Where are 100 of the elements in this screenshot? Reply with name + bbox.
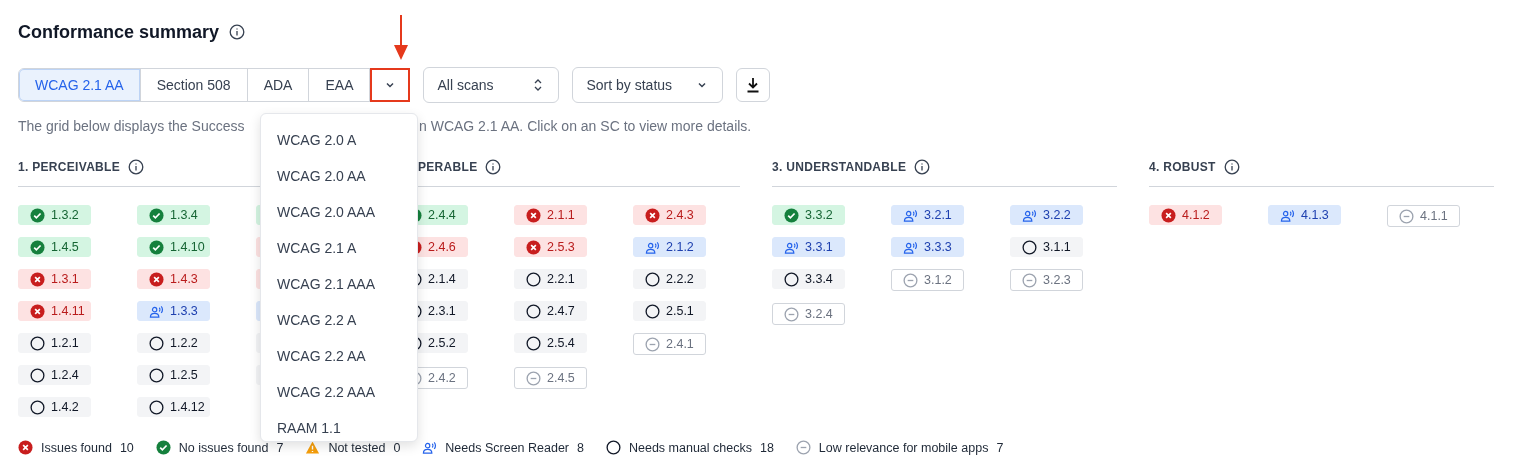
criterion-chip[interactable]: 3.3.1: [772, 237, 845, 257]
group-title: PERABLE: [418, 160, 478, 174]
legend-count: 10: [119, 440, 134, 455]
speaking-person-icon: [422, 440, 438, 455]
criterion-chip[interactable]: 2.5.1: [633, 301, 706, 321]
speaking-person-icon: [1022, 207, 1037, 223]
criterion-chip[interactable]: 1.3.1: [18, 269, 91, 289]
minus-circle-icon: [784, 306, 799, 322]
minus-circle-icon: [1022, 272, 1037, 288]
legend-count: 0: [393, 440, 401, 455]
criterion-chip[interactable]: 1.4.3: [137, 269, 210, 289]
criterion-chip[interactable]: 3.3.4: [772, 269, 845, 289]
description-text: n WCAG 2.1 AA. Click on an SC to view more details.: [419, 118, 753, 134]
check-circle-icon: [149, 207, 164, 223]
legend-count: 7: [996, 440, 1004, 455]
legend-count: 18: [759, 440, 774, 455]
legend-count: 8: [577, 440, 584, 455]
circle-icon: [605, 440, 621, 455]
x-circle-icon: [30, 303, 45, 319]
legend-label: Not tested: [328, 440, 386, 455]
standard-tab[interactable]: WCAG 2.1 AA: [19, 69, 141, 101]
criterion-chip[interactable]: 3.2.4: [772, 303, 845, 325]
x-circle-icon: [149, 271, 164, 287]
criterion-chip[interactable]: 3.2.3: [1010, 269, 1083, 291]
criterion-chip[interactable]: 2.4.7: [514, 301, 587, 321]
criterion-chip[interactable]: 2.5.3: [514, 237, 587, 257]
x-circle-icon: [526, 207, 541, 223]
download-button[interactable]: [736, 68, 771, 102]
criterion-chip[interactable]: 1.3.2: [18, 205, 91, 225]
speaking-person-icon: [149, 303, 164, 319]
criterion-chip[interactable]: 4.1.3: [1268, 205, 1341, 225]
criterion-chip[interactable]: 3.1.1: [1010, 237, 1083, 257]
info-icon[interactable]: [914, 159, 931, 175]
criterion-chip[interactable]: 1.4.5: [18, 237, 91, 257]
criterion-chip[interactable]: 1.3.4: [137, 205, 210, 225]
criterion-chip[interactable]: 3.3.2: [772, 205, 845, 225]
menu-item[interactable]: WCAG 2.0 A: [261, 122, 417, 158]
criterion-chip[interactable]: 3.2.2: [1010, 205, 1083, 225]
info-icon[interactable]: [485, 159, 502, 175]
circle-icon: [645, 271, 660, 287]
criterion-chip[interactable]: 4.1.2: [1149, 205, 1222, 225]
circle-icon: [645, 303, 660, 319]
criterion-chip[interactable]: 1.3.3: [137, 301, 210, 321]
scan-select[interactable]: All scans: [423, 67, 560, 103]
legend-label: Needs Screen Reader: [445, 440, 569, 455]
criterion-chip[interactable]: 2.4.3: [633, 205, 706, 225]
speaking-person-icon: [645, 239, 660, 255]
circle-icon: [526, 335, 541, 351]
minus-circle-icon: [645, 336, 660, 352]
criterion-chip[interactable]: 1.4.12: [137, 397, 210, 417]
criterion-chip[interactable]: 2.1.1: [514, 205, 587, 225]
speaking-person-icon: [903, 239, 918, 255]
legend-label: Needs manual checks: [628, 440, 752, 455]
circle-icon: [149, 367, 164, 383]
criterion-chip[interactable]: 1.4.11: [18, 301, 91, 321]
more-standards-button[interactable]: [370, 68, 411, 102]
description-text: The grid below displays the Success: [18, 118, 246, 134]
criterion-chip[interactable]: 1.4.10: [137, 237, 210, 257]
check-circle-icon: [30, 239, 45, 255]
x-circle-icon: [30, 271, 45, 287]
criterion-chip[interactable]: 3.3.3: [891, 237, 964, 257]
criterion-chip[interactable]: 2.4.5: [514, 367, 587, 389]
criterion-chip[interactable]: 2.2.2: [633, 269, 706, 289]
group-title: 4. ROBUST: [1149, 160, 1216, 174]
criterion-chip[interactable]: 1.4.2: [18, 397, 91, 417]
criterion-chip[interactable]: 1.2.5: [137, 365, 210, 385]
criterion-chip[interactable]: 4.1.1: [1387, 205, 1460, 227]
criterion-chip[interactable]: 1.2.4: [18, 365, 91, 385]
criterion-chip[interactable]: 1.2.2: [137, 333, 210, 353]
circle-icon: [149, 335, 164, 351]
x-circle-icon: [526, 239, 541, 255]
info-icon[interactable]: [229, 24, 246, 40]
legend-count: 7: [276, 440, 284, 455]
x-circle-icon: [645, 207, 660, 223]
circle-icon: [30, 367, 45, 383]
criterion-chip[interactable]: 1.2.1: [18, 333, 91, 353]
info-icon[interactable]: [1223, 159, 1240, 175]
criterion-chip[interactable]: 3.2.1: [891, 205, 964, 225]
speaking-person-icon: [903, 207, 918, 223]
check-circle-icon: [155, 440, 171, 455]
group-title: 3. UNDERSTANDABLE: [772, 160, 907, 174]
menu-item[interactable]: WCAG 2.0 AA: [261, 158, 417, 194]
circle-icon: [30, 399, 45, 415]
circle-icon: [526, 303, 541, 319]
criterion-chip[interactable]: 2.5.4: [514, 333, 587, 353]
criterion-chip[interactable]: 3.1.2: [891, 269, 964, 291]
group-title: 1. PERCEIVABLE: [18, 160, 120, 174]
criterion-chip[interactable]: 2.1.2: [633, 237, 706, 257]
circle-icon: [30, 335, 45, 351]
sort-select[interactable]: Sort by status: [572, 67, 724, 103]
minus-circle-icon: [526, 370, 541, 386]
legend-label: Issues found: [41, 440, 112, 455]
circle-icon: [784, 271, 799, 287]
criterion-chip[interactable]: 2.4.1: [633, 333, 706, 355]
check-circle-icon: [30, 207, 45, 223]
criterion-chip[interactable]: 2.2.1: [514, 269, 587, 289]
check-circle-icon: [149, 239, 164, 255]
legend-label: No issues found: [178, 440, 269, 455]
info-icon[interactable]: [128, 159, 144, 175]
circle-icon: [526, 271, 541, 287]
